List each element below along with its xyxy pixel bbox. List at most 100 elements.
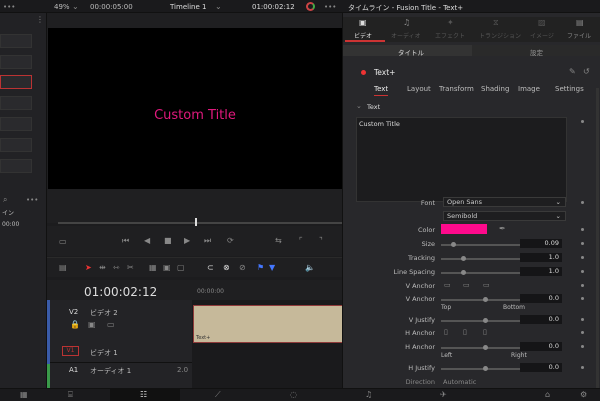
direction-value[interactable]: Automatic bbox=[443, 378, 476, 386]
panel-tab-transform[interactable]: Transform bbox=[439, 85, 474, 93]
jump-start-icon[interactable]: ⏮ bbox=[122, 237, 129, 245]
volume-icon[interactable]: 🔈 bbox=[305, 264, 315, 272]
reset-icon[interactable]: ↺ bbox=[583, 68, 590, 76]
tracking-value[interactable]: 1.0 bbox=[520, 253, 562, 262]
timeline-name[interactable]: Timeline 1 bbox=[170, 3, 206, 11]
track-id-v1[interactable]: V1 bbox=[62, 346, 79, 356]
scrubber-bar[interactable] bbox=[58, 222, 342, 224]
more-icon[interactable]: ••• bbox=[3, 3, 15, 11]
title-clip[interactable]: Text+ bbox=[193, 305, 343, 343]
flag-icon[interactable]: ⚑ bbox=[257, 264, 264, 272]
overwrite-clip-icon[interactable]: ▣ bbox=[163, 264, 171, 272]
anchor-middle-icon[interactable]: ▭ bbox=[463, 281, 470, 289]
viewer-mode-icon[interactable]: ▭ bbox=[59, 238, 67, 246]
h-anchor-value[interactable]: 0.0 bbox=[520, 342, 562, 351]
loop-icon[interactable]: ⟳ bbox=[227, 237, 234, 245]
panel-tab-settings[interactable]: Settings bbox=[555, 85, 584, 93]
cut-page-icon[interactable]: ⌸ bbox=[68, 391, 73, 399]
bin-item[interactable] bbox=[0, 138, 32, 152]
zoom-level[interactable]: 49% bbox=[54, 3, 70, 11]
panel-tab-text[interactable]: Text bbox=[374, 85, 389, 96]
panel-tab-image[interactable]: Image bbox=[518, 85, 540, 93]
bin-item[interactable] bbox=[0, 159, 32, 173]
keyframe-button[interactable] bbox=[581, 228, 584, 231]
bin-item[interactable] bbox=[0, 34, 32, 48]
anchor-center-icon[interactable]: ▯ bbox=[463, 328, 467, 336]
eyedropper-icon[interactable]: ✒ bbox=[499, 225, 506, 233]
timeline-view-icon[interactable]: ▤ bbox=[59, 264, 67, 272]
selection-tool-icon[interactable]: ➤ bbox=[85, 264, 92, 272]
magic-wand-icon[interactable]: ✎ bbox=[569, 68, 576, 76]
out-point-icon[interactable]: ⌝ bbox=[319, 237, 323, 245]
more-icon[interactable]: ••• bbox=[324, 3, 336, 11]
line-spacing-slider-handle[interactable] bbox=[461, 270, 466, 275]
subtab-title[interactable]: タイトル bbox=[343, 45, 472, 57]
keyframe-button[interactable] bbox=[581, 284, 584, 287]
gear-icon[interactable]: ⚙ bbox=[580, 391, 587, 399]
color-swatch[interactable] bbox=[441, 224, 487, 234]
snapping-icon[interactable]: ⊂ bbox=[207, 264, 214, 272]
scrubber-playhead[interactable] bbox=[195, 218, 197, 226]
track-name-v1[interactable]: ビデオ 1 bbox=[90, 348, 118, 358]
link-icon[interactable]: ⊗ bbox=[223, 264, 230, 272]
edit-page-tab[interactable]: ☷ bbox=[110, 389, 180, 401]
track-name-a1[interactable]: オーディオ 1 bbox=[90, 366, 131, 376]
h-justify-slider-handle[interactable] bbox=[483, 366, 488, 371]
keyframe-button[interactable] bbox=[581, 270, 584, 273]
font-family-dropdown[interactable]: Open Sans ⌄ bbox=[443, 197, 566, 207]
line-spacing-value[interactable]: 1.0 bbox=[520, 267, 562, 276]
v-anchor-value[interactable]: 0.0 bbox=[520, 294, 562, 303]
fairlight-page-icon[interactable]: ♫ bbox=[365, 391, 372, 399]
chevron-down-icon[interactable]: ⌄ bbox=[215, 3, 222, 11]
keyframe-button[interactable] bbox=[581, 331, 584, 334]
tab-transition[interactable]: ⧖ トランジション bbox=[477, 17, 521, 42]
size-value[interactable]: 0.09 bbox=[520, 239, 562, 248]
dots-icon[interactable]: ⋮ bbox=[36, 16, 44, 24]
play-icon[interactable]: ▶ bbox=[184, 237, 190, 245]
chevron-down-icon[interactable]: ⌄ bbox=[356, 102, 362, 110]
in-point-icon[interactable]: ⌜ bbox=[299, 237, 303, 245]
styled-text-input[interactable]: Custom Title bbox=[356, 117, 567, 202]
h-justify-value[interactable]: 0.0 bbox=[520, 363, 562, 372]
auto-select-icon[interactable]: ▣ bbox=[88, 321, 96, 329]
font-style-dropdown[interactable]: Semibold ⌄ bbox=[443, 211, 566, 221]
subtab-settings[interactable]: 設定 bbox=[472, 45, 600, 57]
tracking-slider-handle[interactable] bbox=[461, 256, 466, 261]
lock-icon[interactable]: 🔒 bbox=[70, 321, 80, 329]
node-enabled-dot[interactable] bbox=[361, 70, 366, 75]
tab-file[interactable]: ▤ ファイル bbox=[563, 17, 600, 42]
bin-item[interactable] bbox=[0, 117, 32, 131]
jump-end-icon[interactable]: ⏭ bbox=[204, 237, 211, 245]
tab-audio[interactable]: ♫ オーディオ bbox=[389, 17, 429, 42]
track-disable-icon[interactable]: ▭ bbox=[107, 321, 115, 329]
insert-clip-icon[interactable]: ▦ bbox=[149, 264, 157, 272]
keyframe-button[interactable] bbox=[581, 318, 584, 321]
replace-clip-icon[interactable]: ▢ bbox=[177, 264, 185, 272]
panel-tab-shading[interactable]: Shading bbox=[481, 85, 509, 93]
keyframe-button[interactable] bbox=[581, 366, 584, 369]
blade-tool-icon[interactable]: ✂ bbox=[127, 264, 134, 272]
v-justify-slider-handle[interactable] bbox=[483, 318, 488, 323]
keyframe-button[interactable] bbox=[581, 242, 584, 245]
home-icon[interactable]: ⌂ bbox=[545, 391, 550, 399]
anchor-bottom-icon[interactable]: ▭ bbox=[483, 281, 490, 289]
stop-icon[interactable]: ■ bbox=[164, 237, 172, 245]
deliver-page-icon[interactable]: ✈ bbox=[440, 391, 447, 399]
keyframe-button[interactable] bbox=[581, 256, 584, 259]
anchor-left-icon[interactable]: ▯ bbox=[444, 328, 448, 336]
anchor-top-icon[interactable]: ▭ bbox=[444, 281, 451, 289]
tab-image[interactable]: ▨ イメージ bbox=[525, 17, 561, 42]
media-page-icon[interactable]: ▦ bbox=[20, 391, 28, 399]
anchor-right-icon[interactable]: ▯ bbox=[483, 328, 487, 336]
size-slider-handle[interactable] bbox=[450, 242, 456, 247]
trim-tool-icon[interactable]: ⇹ bbox=[99, 264, 106, 272]
color-page-icon[interactable]: ◌ bbox=[290, 391, 297, 399]
color-wheel-icon[interactable] bbox=[306, 2, 315, 11]
h-anchor-slider-handle[interactable] bbox=[483, 345, 488, 350]
dynamic-trim-icon[interactable]: ⇿ bbox=[113, 264, 120, 272]
bin-item[interactable] bbox=[0, 96, 32, 110]
position-lock-icon[interactable]: ⊘ bbox=[239, 264, 246, 272]
keyframe-button[interactable] bbox=[581, 120, 584, 123]
v-justify-value[interactable]: 0.0 bbox=[520, 315, 562, 324]
search-icon[interactable]: ⌕ bbox=[3, 196, 7, 204]
